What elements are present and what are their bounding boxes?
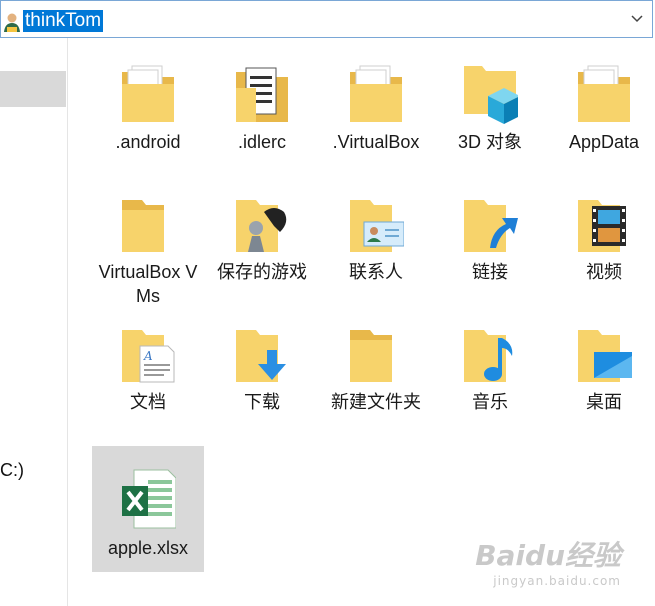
folder-documents-icon (578, 65, 630, 122)
file-item-appdata[interactable]: AppData (548, 40, 655, 166)
file-item-links[interactable]: 链接 (434, 170, 546, 296)
folder-icon (122, 200, 164, 252)
videos-folder-icon (578, 200, 626, 252)
file-item-documents[interactable]: A 文档 (92, 300, 204, 426)
address-bar[interactable]: thinkTom (0, 0, 653, 38)
baidu-watermark: Baidu经验 jingyan.baidu.com (475, 534, 621, 588)
file-item-idlerc[interactable]: .idlerc (206, 40, 318, 166)
file-name: .VirtualBox (332, 132, 420, 152)
user-avatar-icon (4, 13, 20, 32)
file-item-videos[interactable]: 视频 (548, 170, 655, 296)
navigation-pane: C:) (0, 38, 68, 606)
file-item-new-folder[interactable]: 新建文件夹 (320, 300, 432, 426)
file-item-virtualbox-vms[interactable]: VirtualBox VMs (92, 170, 204, 306)
file-name: 联系人 (349, 262, 403, 282)
nav-drive-label[interactable]: C:) (0, 460, 24, 481)
downloads-folder-icon (236, 330, 286, 382)
documents-folder-icon: A (122, 330, 175, 383)
file-item-virtualbox[interactable]: .VirtualBox (320, 40, 432, 166)
file-name: 文档 (130, 392, 166, 412)
excel-file-icon (122, 469, 176, 529)
3d-objects-folder-icon (464, 66, 518, 124)
file-name: 保存的游戏 (217, 262, 307, 282)
file-name: 3D 对象 (457, 132, 522, 152)
file-item-android[interactable]: .android (92, 40, 204, 166)
file-item-music[interactable]: 音乐 (434, 300, 546, 426)
svg-text:A: A (143, 349, 153, 363)
watermark-main-text: Baidu经验 (475, 539, 621, 572)
file-grid: .android .idlerc .VirtualBox 3D 对象 AppDa… (70, 40, 655, 606)
file-name: apple.xlsx (107, 538, 189, 558)
file-name: .android (115, 132, 181, 152)
file-item-saved-games[interactable]: 保存的游戏 (206, 170, 318, 296)
file-name: 下载 (244, 392, 280, 412)
folder-icon (350, 330, 392, 382)
file-item-downloads[interactable]: 下载 (206, 300, 318, 426)
links-folder-icon (464, 200, 518, 252)
folder-documents-icon (350, 65, 402, 122)
music-folder-icon (464, 330, 513, 382)
file-name: AppData (568, 132, 640, 152)
contacts-folder-icon (350, 200, 404, 252)
file-name: .idlerc (237, 132, 286, 152)
nav-selected-item[interactable] (0, 71, 66, 107)
address-path-text[interactable]: thinkTom (23, 10, 104, 32)
file-item-contacts[interactable]: 联系人 (320, 170, 432, 296)
folder-documents-icon (122, 65, 174, 122)
file-name: 视频 (586, 262, 622, 282)
file-name: 链接 (472, 262, 508, 282)
file-item-desktop[interactable]: 桌面 (548, 300, 655, 426)
folder-black-documents-icon (236, 67, 288, 122)
watermark-url-text: jingyan.baidu.com (493, 574, 621, 588)
file-name: 新建文件夹 (331, 392, 421, 412)
file-name: 桌面 (586, 392, 622, 412)
desktop-folder-icon (578, 330, 632, 382)
file-item-3d-objects[interactable]: 3D 对象 (434, 40, 546, 166)
saved-games-folder-icon (236, 200, 287, 252)
chevron-down-icon[interactable] (631, 14, 643, 24)
file-name: 音乐 (472, 392, 508, 412)
file-item-apple-xlsx[interactable]: apple.xlsx (92, 446, 204, 572)
